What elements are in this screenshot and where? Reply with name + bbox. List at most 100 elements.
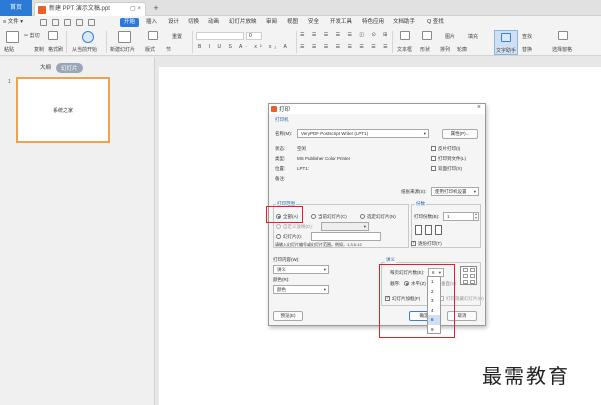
fill-button[interactable]: 填充 bbox=[468, 33, 478, 40]
new-tab-button[interactable]: + bbox=[150, 2, 162, 14]
menu-insert[interactable]: 插入 bbox=[146, 16, 157, 29]
text-box-icon[interactable] bbox=[400, 31, 410, 40]
home-tab[interactable]: 首页 bbox=[0, 0, 32, 16]
menu-review[interactable]: 审阅 bbox=[266, 16, 277, 29]
collate-checkbox[interactable] bbox=[411, 240, 416, 246]
picture-button[interactable]: 图片 bbox=[445, 33, 455, 40]
paragraph-row-bottom[interactable]: ☰ ☰ ☰ ☰ ☰ ☰ ☰ ☰ bbox=[300, 44, 391, 50]
copy-button[interactable]: 复制 bbox=[34, 46, 44, 53]
print-icon[interactable] bbox=[52, 19, 59, 26]
menu-special[interactable]: 特色应用 bbox=[362, 16, 384, 29]
shape-label[interactable]: 形状 bbox=[420, 46, 430, 53]
slide-number: 1 bbox=[8, 79, 11, 85]
select-pane-icon[interactable] bbox=[558, 31, 568, 40]
menu-design[interactable]: 设计 bbox=[168, 16, 179, 29]
print-to-file-checkbox[interactable] bbox=[431, 156, 436, 161]
menu-start[interactable]: 开始 bbox=[120, 18, 140, 27]
duplex-label: 双面打印(X) bbox=[438, 166, 462, 171]
print-content-select[interactable]: 讲义 ▾ bbox=[273, 265, 329, 274]
redo-icon[interactable] bbox=[88, 19, 95, 26]
slides-panel: 大纲 幻灯片 1 系统之家 bbox=[0, 57, 155, 405]
chevron-down-icon: ▾ bbox=[323, 287, 326, 292]
ribbon-separator bbox=[392, 31, 393, 53]
menu-animation[interactable]: 动画 bbox=[208, 16, 219, 29]
duplex-checkbox[interactable] bbox=[431, 166, 436, 171]
copies-stepper[interactable]: 1 ▲ ▼ bbox=[443, 212, 479, 221]
reset-button[interactable]: 重置 bbox=[172, 33, 182, 40]
document-tab-label: 新建 PPT 演示文稿.ppt bbox=[49, 6, 110, 12]
color-value: 颜色 bbox=[277, 287, 286, 292]
font-name-select[interactable] bbox=[196, 32, 244, 40]
collate-page-icon bbox=[425, 225, 432, 235]
collate-page-icon bbox=[415, 225, 422, 235]
menu-security[interactable]: 安全 bbox=[308, 16, 319, 29]
stepper-arrows-icon[interactable]: ▲ ▼ bbox=[473, 212, 478, 220]
close-icon[interactable]: × bbox=[477, 104, 481, 111]
slide-thumbnail[interactable]: 系统之家 bbox=[16, 77, 110, 143]
layout-icon[interactable] bbox=[148, 31, 158, 40]
preview-icon[interactable] bbox=[64, 19, 71, 26]
location-label: 位置: bbox=[275, 166, 286, 171]
slides-radio[interactable] bbox=[276, 234, 281, 239]
current-slide-label: 当前幻灯片(C) bbox=[318, 214, 347, 219]
status-label: 状态: bbox=[275, 146, 286, 151]
outline-tab[interactable]: 大纲 bbox=[40, 63, 51, 71]
copies-value: 1 bbox=[447, 214, 450, 219]
slides-tab[interactable]: 幻灯片 bbox=[56, 63, 83, 73]
font-size-select[interactable]: 0 bbox=[246, 32, 262, 40]
undo-icon[interactable] bbox=[76, 19, 83, 26]
ribbon-separator bbox=[296, 31, 297, 53]
section-button[interactable]: 节 bbox=[166, 46, 171, 53]
title-bar: 首页 新建 PPT 演示文稿.ppt ▢ × + bbox=[0, 0, 601, 16]
custom-show-label: 自定义放映(D): bbox=[283, 224, 313, 229]
ribbon-separator bbox=[66, 31, 67, 53]
cut-button[interactable]: ✂ 剪切 bbox=[24, 32, 40, 39]
preview-button[interactable]: 预览(E) bbox=[273, 311, 303, 321]
custom-show-radio[interactable] bbox=[276, 224, 281, 229]
ribbon-separator bbox=[106, 31, 107, 53]
selection-label: 选定幻灯片(N) bbox=[367, 214, 396, 219]
reverse-print-checkbox[interactable] bbox=[431, 146, 436, 151]
play-icon[interactable] bbox=[82, 31, 94, 43]
handout-title: 讲义 bbox=[385, 257, 396, 263]
paragraph-row-top[interactable]: ☰ ☰ ☰ ☰ ☰ ◫ ⊙ ⊞ bbox=[300, 32, 390, 38]
text-assistant-label: 文字助手 bbox=[496, 48, 517, 54]
arrange-button[interactable]: 排列 bbox=[440, 46, 450, 53]
search-menu[interactable]: Q 查找 bbox=[427, 16, 444, 29]
format-painter-icon[interactable] bbox=[48, 31, 58, 40]
font-format-row[interactable]: B I U S A· x² x₂ A bbox=[198, 44, 290, 50]
menu-slideshow[interactable]: 幻灯片放映 bbox=[229, 16, 257, 29]
menu-dev-tools[interactable]: 开发工具 bbox=[330, 16, 352, 29]
custom-show-select[interactable]: ▾ bbox=[321, 222, 369, 231]
selection-radio[interactable] bbox=[360, 214, 365, 219]
type-label: 类型: bbox=[275, 156, 286, 161]
new-slide-icon[interactable] bbox=[118, 31, 131, 43]
paper-source-select[interactable]: 使用打印机设置 ▾ bbox=[431, 187, 479, 196]
text-assistant-button[interactable]: 文字助手 bbox=[494, 30, 518, 55]
paper-source-label: 纸张来源(S): bbox=[401, 189, 427, 194]
properties-button[interactable]: 属性(P)... bbox=[442, 129, 478, 139]
outline-button[interactable]: 轮廓 bbox=[457, 46, 467, 53]
document-tab[interactable]: 新建 PPT 演示文稿.ppt ▢ × bbox=[34, 2, 146, 16]
find-button[interactable]: 查找 bbox=[522, 33, 532, 40]
text-assistant-icon bbox=[501, 33, 511, 42]
save-icon[interactable] bbox=[40, 19, 47, 26]
color-select[interactable]: 颜色 ▾ bbox=[273, 285, 329, 294]
file-menu[interactable]: ≡ 文件 ▾ bbox=[3, 16, 23, 29]
tab-close-icon[interactable]: ▢ × bbox=[130, 3, 141, 16]
layout-label[interactable]: 版式 bbox=[145, 46, 155, 53]
type-value: MS Publisher Color Printer bbox=[297, 156, 351, 161]
select-pane-label: 选择窗格 bbox=[552, 47, 573, 53]
printer-name-select[interactable]: VeryPDF Postscript Writer (LPT1) ▾ bbox=[297, 129, 429, 138]
chevron-down-icon: ▾ bbox=[473, 189, 476, 194]
replace-button[interactable]: 替换 bbox=[522, 46, 532, 53]
paste-icon[interactable] bbox=[6, 31, 19, 43]
current-slide-radio[interactable] bbox=[311, 214, 316, 219]
from-current-button[interactable]: 从当前开始 bbox=[72, 46, 97, 53]
shape-icon[interactable] bbox=[422, 31, 432, 40]
menu-view[interactable]: 视图 bbox=[287, 16, 298, 29]
slides-input[interactable] bbox=[311, 232, 381, 241]
menu-doc-assistant[interactable]: 文档助手 bbox=[393, 16, 415, 29]
print-to-file-label: 打印到文件(L) bbox=[438, 156, 466, 161]
menu-transition[interactable]: 切换 bbox=[188, 16, 199, 29]
